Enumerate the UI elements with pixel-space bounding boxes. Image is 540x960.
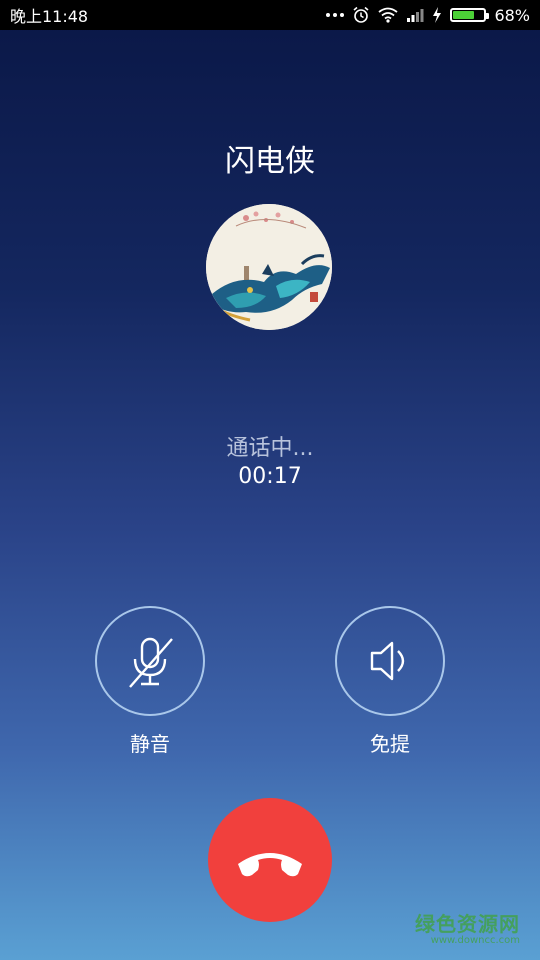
end-call-button[interactable]: [208, 798, 332, 922]
status-bar: 晚上11:48 68%: [0, 0, 540, 30]
call-timer: 00:17: [238, 464, 302, 489]
alarm-icon: [352, 6, 370, 24]
watermark: 绿色资源网 www.downcc.com: [415, 908, 520, 946]
speaker-circle[interactable]: [335, 606, 445, 716]
speaker-icon: [370, 641, 405, 681]
mute-circle[interactable]: [95, 606, 205, 716]
battery-fill: [453, 11, 474, 19]
mute-button[interactable]: 静音: [94, 606, 206, 757]
battery-icon: [450, 8, 490, 22]
watermark-sub: www.downcc.com: [430, 935, 520, 946]
status-time: 晚上11:48: [10, 7, 89, 26]
watermark-main: 绿色资源网: [415, 912, 520, 936]
speaker-label: 免提: [370, 732, 410, 756]
microphone-off-icon: [129, 637, 173, 688]
more-dots-icon: [326, 13, 345, 17]
call-status: 通话中...: [226, 436, 314, 461]
wifi-icon: [378, 7, 398, 23]
battery-percent: 68%: [494, 5, 530, 25]
speaker-button[interactable]: 免提: [334, 606, 446, 757]
signal-icon: [406, 8, 424, 22]
status-icons: 68%: [326, 6, 530, 25]
mute-label: 静音: [130, 732, 170, 756]
caller-avatar: [206, 204, 332, 330]
hang-up-icon: [238, 853, 302, 877]
caller-name: 闪电侠: [225, 144, 315, 179]
charging-icon: [432, 7, 442, 23]
